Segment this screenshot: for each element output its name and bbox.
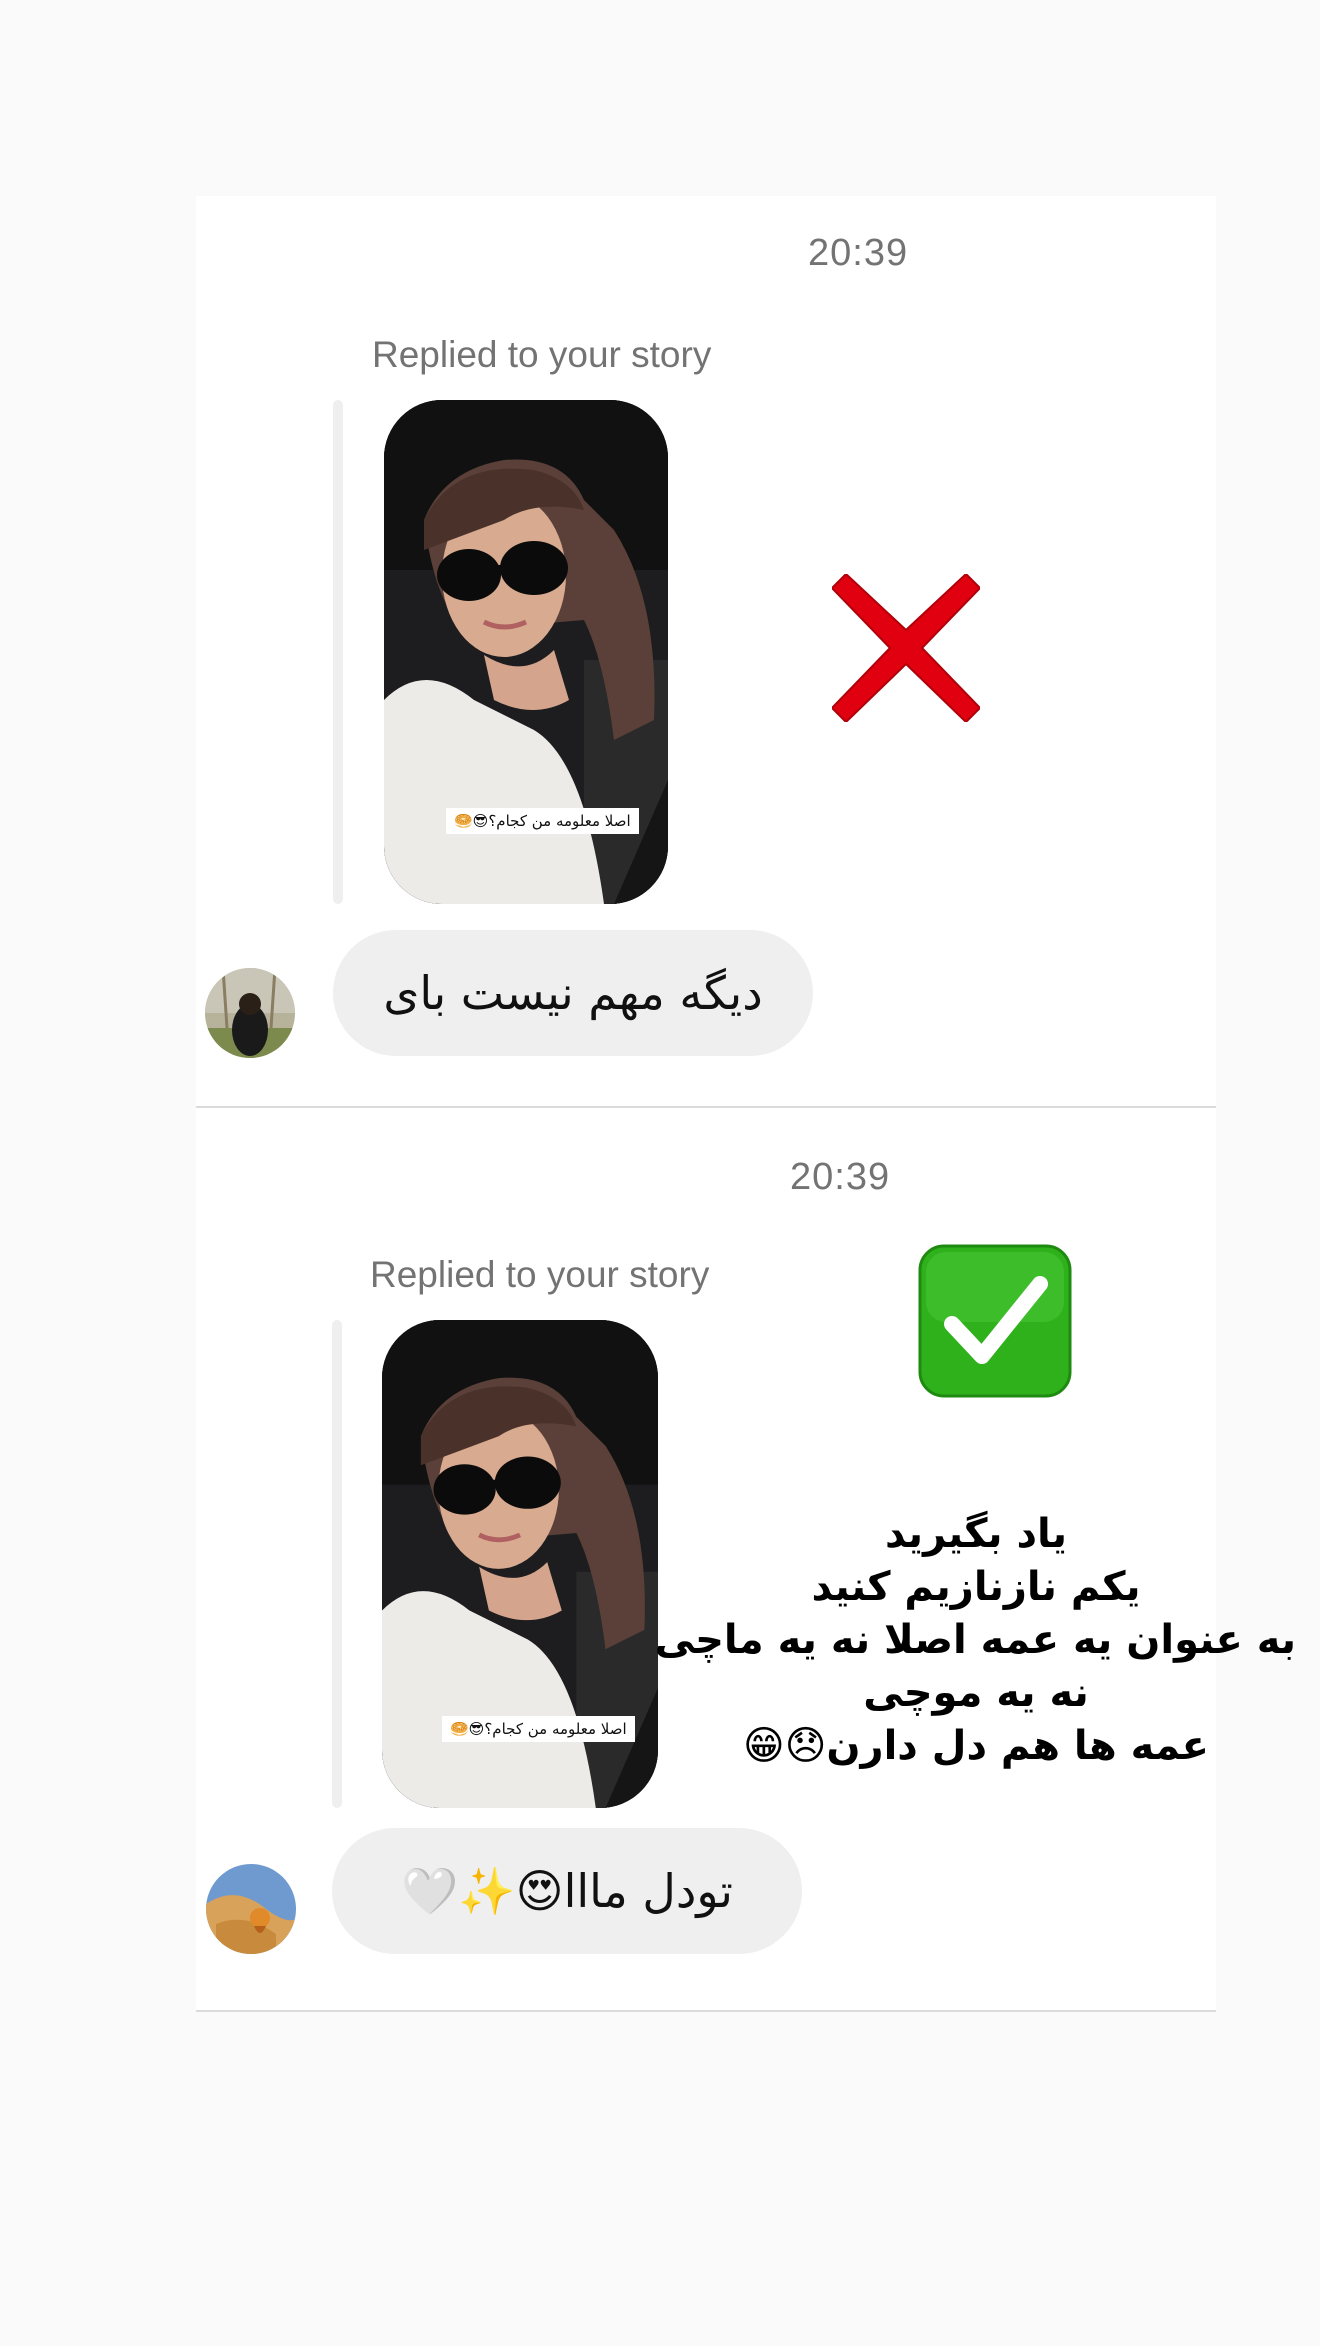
green-check-icon <box>918 1244 1072 1398</box>
sender-avatar[interactable] <box>206 1864 296 1954</box>
story-thumbnail[interactable]: اصلا معلومه من کجام؟😎🥯 <box>382 1320 658 1808</box>
reply-quote-bar <box>332 1320 342 1808</box>
message-thread-panel: 20:39 Replied to your story اصلا معلومه … <box>196 196 1216 1108</box>
message-timestamp: 20:39 <box>808 232 909 274</box>
replied-to-story-label: Replied to your story <box>370 1254 710 1295</box>
reply-quote-bar <box>333 400 343 904</box>
avatar-photo-icon <box>205 968 295 1058</box>
overlay-line: عمه ها هم دل دارن😞😁 <box>743 1723 1209 1769</box>
overlay-line: نه یه موچی <box>863 1670 1089 1716</box>
story-overlay-caption: یاد بگیرید یکم نازنازیم کنید به عنوان یه… <box>654 1508 1296 1773</box>
overlay-line: یاد بگیرید <box>884 1511 1068 1557</box>
overlay-line: یکم نازنازیم کنید <box>811 1564 1141 1610</box>
story-thumbnail[interactable]: اصلا معلومه من کجام؟😎🥯 <box>384 400 668 904</box>
divider <box>196 2010 1216 2012</box>
overlay-line: به عنوان یه عمه اصلا نه یه ماچی <box>654 1617 1296 1663</box>
story-caption: اصلا معلومه من کجام؟😎🥯 <box>446 808 639 834</box>
message-timestamp: 20:39 <box>790 1156 891 1198</box>
story-caption: اصلا معلومه من کجام؟😎🥯 <box>442 1716 635 1742</box>
sender-avatar[interactable] <box>205 968 295 1058</box>
message-bubble[interactable]: دیگه مهم نیست بای <box>333 930 813 1056</box>
avatar-photo-icon <box>206 1864 296 1954</box>
replied-to-story-label: Replied to your story <box>372 334 712 375</box>
message-bubble[interactable]: تودل مااا😍✨🤍 <box>332 1828 802 1954</box>
red-cross-icon <box>832 574 980 722</box>
